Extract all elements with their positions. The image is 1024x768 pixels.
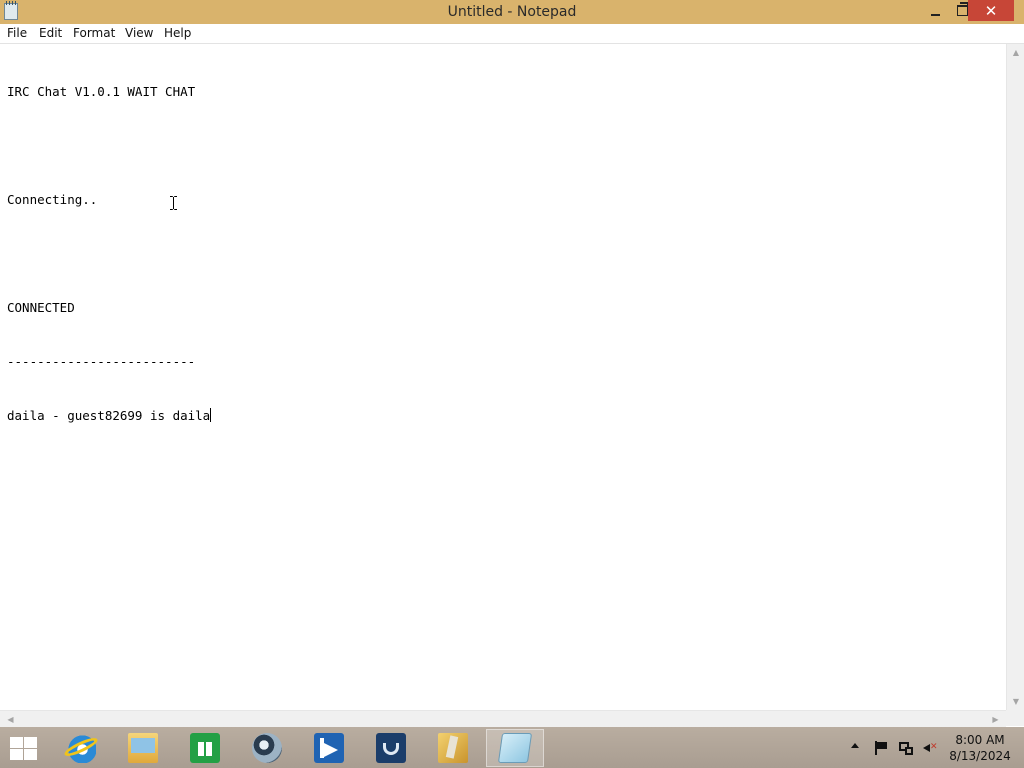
menu-view[interactable]: View <box>125 26 153 40</box>
window-title: Untitled - Notepad <box>447 4 577 20</box>
globe-app-icon <box>252 733 282 763</box>
scroll-up-icon[interactable]: ▲ <box>1007 44 1024 61</box>
clock-time: 8:00 AM <box>955 733 1005 747</box>
menu-bar: File Edit Format View Help <box>0 24 1024 44</box>
editor-line: IRC Chat V1.0.1 WAIT CHAT <box>7 84 196 99</box>
menu-format[interactable]: Format <box>73 26 115 40</box>
windows-logo-pane <box>24 737 37 748</box>
notepad-icon <box>497 733 533 763</box>
steam-icon <box>376 733 406 763</box>
editor-line-current: daila - guest82699 is daila <box>7 407 212 425</box>
store-icon <box>190 733 220 763</box>
menu-edit[interactable]: Edit <box>39 26 62 40</box>
windows-logo-pane <box>10 749 23 760</box>
taskbar-app-globe[interactable] <box>238 729 296 767</box>
horizontal-scrollbar[interactable]: ◀ ▶ <box>0 710 1006 727</box>
clock-date: 8/13/2024 <box>949 749 1011 763</box>
scroll-down-icon[interactable]: ▼ <box>1007 693 1024 710</box>
editor-line: Connecting.. <box>7 192 98 207</box>
action-center-flag-icon[interactable] <box>875 741 887 755</box>
taskbar-app-internet-explorer[interactable] <box>52 729 110 767</box>
folder-app-icon <box>438 733 468 763</box>
network-icon[interactable] <box>899 741 913 755</box>
text-caret <box>210 408 212 422</box>
size-grip[interactable] <box>1006 710 1024 726</box>
menu-help[interactable]: Help <box>164 26 191 40</box>
internet-explorer-icon <box>66 733 96 763</box>
taskbar-app-store[interactable] <box>176 729 234 767</box>
editor-line-text: daila - guest82699 is daila <box>7 408 211 423</box>
windows-logo-pane <box>24 749 37 760</box>
text-editor[interactable]: IRC Chat V1.0.1 WAIT CHAT Connecting.. C… <box>0 44 1006 710</box>
ibeam-cursor-icon <box>170 196 177 210</box>
taskbar-app-steam[interactable] <box>362 729 420 767</box>
minimize-button[interactable] <box>922 0 949 21</box>
show-hidden-icons-icon[interactable] <box>851 743 859 748</box>
editor-text[interactable]: IRC Chat V1.0.1 WAIT CHAT Connecting.. C… <box>7 47 212 461</box>
taskbar-app-file-explorer[interactable] <box>114 729 172 767</box>
minimize-icon <box>931 13 940 16</box>
taskbar: 8:00 AM 8/13/2024 <box>0 727 1024 768</box>
file-explorer-icon <box>128 733 158 763</box>
clock[interactable]: 8:00 AM 8/13/2024 <box>946 732 1014 764</box>
editor-line: CONNECTED <box>7 300 75 315</box>
taskbar-app-folder[interactable] <box>424 729 482 767</box>
taskbar-app-notepad[interactable] <box>486 729 544 767</box>
close-icon: ✕ <box>984 1 998 20</box>
close-button[interactable]: ✕ <box>968 0 1014 21</box>
restore-icon <box>957 2 968 16</box>
editor-line: ------------------------- <box>7 354 196 369</box>
title-bar[interactable]: Untitled - Notepad ✕ <box>0 0 1024 24</box>
vertical-scrollbar[interactable]: ▲ ▼ <box>1006 44 1024 710</box>
menu-file[interactable]: File <box>7 26 27 40</box>
scroll-left-icon[interactable]: ◀ <box>2 711 19 727</box>
scroll-right-icon[interactable]: ▶ <box>987 711 1004 727</box>
taskbar-app-filezilla[interactable] <box>300 729 358 767</box>
start-button[interactable] <box>8 735 38 761</box>
volume-muted-icon[interactable] <box>923 741 938 755</box>
windows-logo-icon <box>10 737 23 748</box>
filezilla-icon <box>314 733 344 763</box>
